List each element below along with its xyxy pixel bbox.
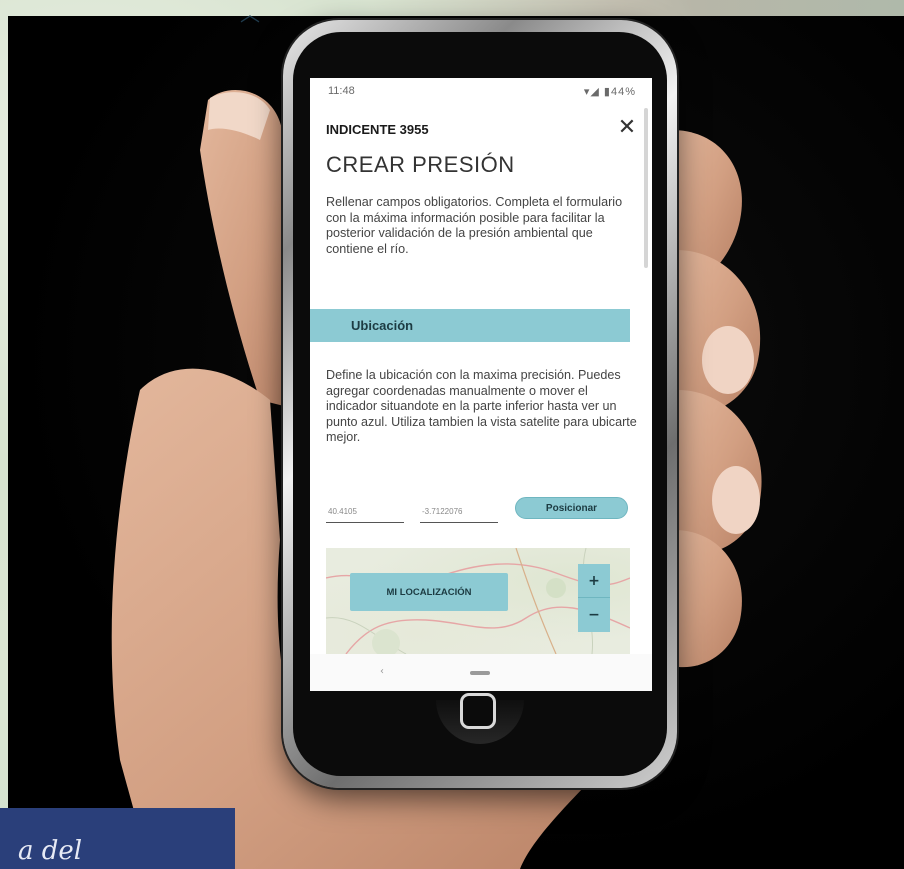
android-nav-bar: ‹ [310,654,652,691]
back-icon[interactable]: ‹ [380,666,384,677]
map-view[interactable]: MI LOCALIZACIÓN + − [326,548,630,654]
page-title: CREAR PRESIÓN [326,152,515,177]
zoom-in-button[interactable]: + [578,564,610,598]
phone-home-button[interactable] [460,693,496,729]
app-screen: 11:48 ▾◢ ▮44% INDICENTE 3955 ✕ CREAR PRE… [310,78,652,691]
intro-text: Rellenar campos obligatorios. Completa e… [326,195,623,256]
mi-localizacion-button[interactable]: MI LOCALIZACIÓN [350,573,508,611]
latitude-input[interactable] [326,501,404,523]
zoom-out-button[interactable]: − [578,598,610,632]
home-pill-icon[interactable] [470,671,490,675]
section-title: Ubicación [351,318,414,333]
posicionar-button[interactable]: Posicionar [515,497,628,519]
longitude-input[interactable] [420,501,498,523]
scrollbar[interactable] [644,108,648,268]
background-card-text: a del [18,836,83,866]
close-icon[interactable]: ✕ [615,116,639,140]
status-bar: 11:48 ▾◢ ▮44% [310,78,652,104]
chevron-up-icon: ︿ [240,2,260,26]
incident-label: INDICENTE 3955 [326,122,429,137]
section-header-ubicacion: Ubicación [310,309,630,342]
location-description: Define la ubicación con la maxima precis… [326,368,637,444]
status-icons: ▾◢ ▮44% [583,86,636,98]
status-time: 11:48 [328,85,355,97]
